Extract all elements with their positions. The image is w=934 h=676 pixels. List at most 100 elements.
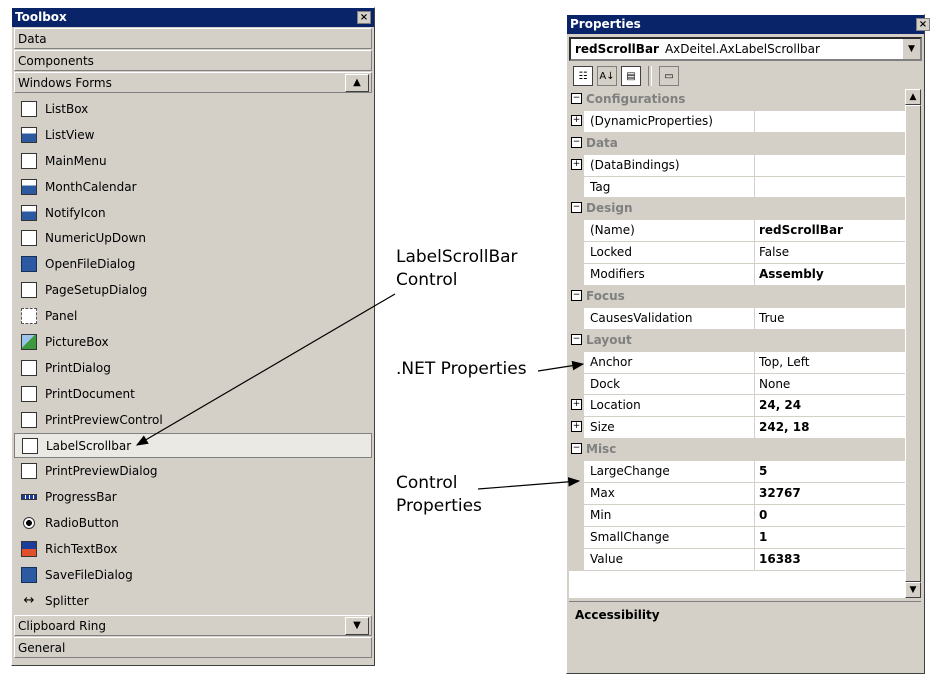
toolbox-item[interactable]: PrintPreviewDialog [12, 458, 374, 484]
property-row[interactable]: CausesValidation True [569, 307, 921, 330]
property-value[interactable] [755, 111, 921, 133]
property-value[interactable]: 32767 [755, 483, 921, 505]
property-row[interactable]: LargeChange 5 [569, 461, 921, 484]
toolbox-item[interactable]: RichTextBox [12, 536, 374, 562]
collapse-icon[interactable]: − [571, 202, 582, 214]
property-category[interactable]: − Focus [569, 286, 921, 308]
expand-icon[interactable]: + [571, 158, 582, 170]
expand-icon[interactable]: + [571, 399, 582, 411]
toolbox-item-label: NumericUpDown [45, 231, 146, 246]
close-icon[interactable]: × [357, 11, 371, 24]
tab-clipboard-ring[interactable]: Clipboard Ring ▼ [14, 614, 372, 636]
toolbox-item[interactable]: PictureBox [12, 329, 374, 355]
toolbox-item[interactable]: OpenFileDialog [12, 251, 374, 277]
row-gutter: + [569, 110, 584, 133]
property-row[interactable]: + (DataBindings) [569, 154, 921, 177]
property-row[interactable]: SmallChange 1 [569, 526, 921, 549]
property-value[interactable]: 16383 [755, 549, 921, 571]
toolbox-item[interactable]: SaveFileDialog [12, 562, 374, 588]
tab-windows-forms[interactable]: Windows Forms ▲ [14, 72, 372, 93]
property-category[interactable]: − Layout [569, 329, 921, 352]
property-value[interactable]: Assembly [755, 264, 921, 287]
property-value[interactable] [755, 155, 921, 177]
row-gutter [569, 264, 584, 287]
toolbox-item[interactable]: PrintDocument [12, 381, 374, 407]
toolbox-item-label: Panel [45, 309, 78, 324]
properties-title: Properties [570, 17, 641, 31]
tab-data[interactable]: Data [14, 28, 372, 49]
toolbox-item-label: ListBox [45, 101, 89, 116]
property-row[interactable]: Modifiers Assembly [569, 264, 921, 287]
property-row[interactable]: Dock None [569, 373, 921, 396]
properties-icon[interactable]: ▤ [621, 66, 641, 86]
toolbox-item[interactable]: ListBox [12, 96, 374, 122]
property-row[interactable]: Tag [569, 176, 921, 199]
property-value[interactable]: 242, 18 [755, 417, 921, 440]
property-value [755, 439, 921, 461]
toolbox-item[interactable]: NotifyIcon [12, 200, 374, 226]
property-row[interactable]: Max 32767 [569, 483, 921, 505]
property-category[interactable]: − Data [569, 132, 921, 155]
category-label: Layout [586, 332, 632, 347]
scroll-down-icon[interactable]: ▼ [345, 616, 369, 635]
close-icon[interactable]: × [916, 18, 930, 31]
property-row[interactable]: + Size 242, 18 [569, 417, 921, 440]
toolbox-item[interactable]: PrintDialog [12, 355, 374, 381]
property-grid-scrollbar[interactable]: ▲ ▼ [905, 89, 921, 598]
toolbox-item[interactable]: MonthCalendar [12, 174, 374, 200]
property-value[interactable]: 0 [755, 505, 921, 527]
property-row[interactable]: + (DynamicProperties) [569, 110, 921, 133]
toolbox-item[interactable]: MainMenu [12, 148, 374, 174]
alphabetical-icon[interactable]: A↓ [597, 66, 617, 86]
collapse-icon[interactable]: − [571, 333, 582, 345]
toolbox-item[interactable]: LabelScrollbar [14, 432, 372, 459]
property-value[interactable]: 5 [755, 461, 921, 484]
toolbox-item[interactable]: NumericUpDown [12, 225, 374, 251]
row-gutter: + [569, 395, 584, 418]
collapse-icon[interactable]: − [571, 136, 582, 148]
property-row[interactable]: Min 0 [569, 504, 921, 527]
property-pages-icon[interactable]: ▭ [659, 66, 679, 86]
property-row[interactable]: Anchor Top, Left [569, 351, 921, 374]
chevron-down-icon[interactable]: ▼ [902, 39, 920, 59]
scroll-down-icon[interactable]: ▼ [905, 582, 921, 598]
toolbox-item[interactable]: ProgressBar [12, 484, 374, 510]
toolbox-item[interactable]: ↔ Splitter [12, 588, 374, 614]
toolbox-item[interactable]: PrintPreviewControl [12, 407, 374, 433]
tab-general[interactable]: General [14, 636, 372, 658]
property-row[interactable]: Locked False [569, 242, 921, 265]
property-category[interactable]: − Misc [569, 439, 921, 462]
expand-icon[interactable]: + [571, 421, 582, 433]
property-value[interactable]: Top, Left [755, 352, 921, 374]
property-row[interactable]: (Name) redScrollBar [569, 220, 921, 243]
toolbox-item[interactable]: PageSetupDialog [12, 277, 374, 303]
property-category[interactable]: − Design [569, 198, 921, 221]
toolbox-item-label: OpenFileDialog [45, 257, 136, 272]
property-row[interactable]: + Location 24, 24 [569, 395, 921, 418]
toolbox-item[interactable]: ListView [12, 122, 374, 148]
expand-icon[interactable]: + [571, 114, 582, 126]
property-value[interactable]: 1 [755, 527, 921, 549]
collapse-icon[interactable]: − [571, 290, 582, 302]
categorized-icon[interactable]: ☷ [573, 66, 593, 86]
collapse-icon[interactable]: − [571, 93, 582, 104]
property-value[interactable]: True [755, 308, 921, 330]
property-value[interactable]: False [755, 242, 921, 265]
property-value[interactable]: 24, 24 [755, 395, 921, 418]
toolbox-item[interactable]: RadioButton [12, 510, 374, 536]
scroll-up-icon[interactable]: ▲ [905, 89, 921, 105]
toolbox-item[interactable]: Panel [12, 303, 374, 329]
property-category[interactable]: − Configurations [569, 89, 921, 111]
tab-components[interactable]: Components [14, 50, 372, 71]
scroll-thumb[interactable] [905, 105, 921, 582]
row-gutter: + [569, 154, 584, 177]
scroll-up-icon[interactable]: ▲ [345, 74, 369, 92]
property-value[interactable] [755, 177, 921, 199]
collapse-icon[interactable]: − [571, 443, 582, 455]
property-value [755, 330, 921, 352]
property-value[interactable]: None [755, 374, 921, 396]
property-row[interactable]: Value 16383 [569, 548, 921, 571]
object-selector[interactable]: redScrollBar AxDeitel.AxLabelScrollbar ▼ [569, 37, 922, 61]
toolbox-item-label: MainMenu [45, 153, 107, 168]
property-value[interactable]: redScrollBar [755, 220, 921, 243]
